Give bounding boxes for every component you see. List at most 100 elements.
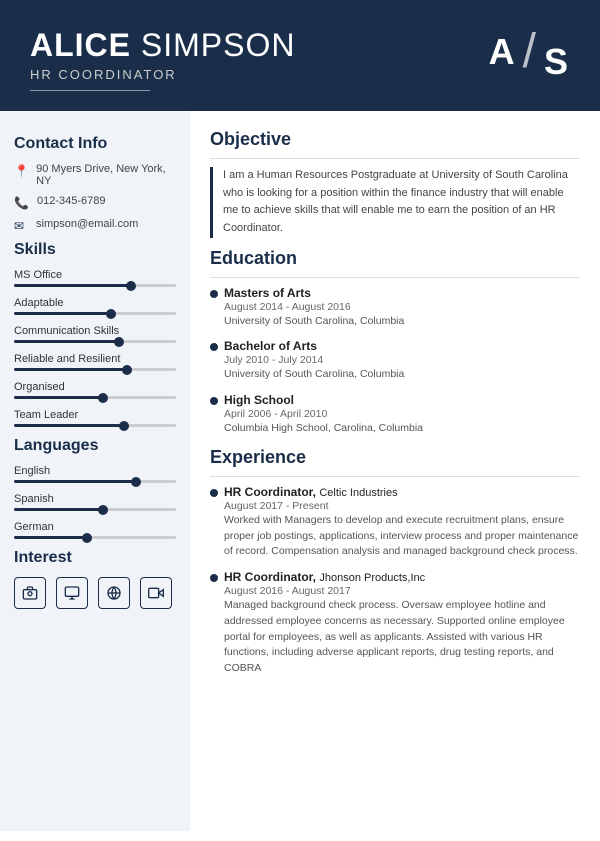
skill-dot: [119, 421, 129, 431]
edu-dates: April 2006 - April 2010: [224, 408, 580, 420]
header: ALICE SIMPSON HR COORDINATOR A / S: [0, 0, 600, 111]
language-name: German: [14, 521, 176, 533]
skill-dot: [126, 281, 136, 291]
objective-divider: [210, 158, 580, 159]
camera-icon: [14, 577, 46, 609]
skill-name: Adaptable: [14, 297, 176, 309]
edu-degree: Bachelor of Arts: [224, 339, 580, 353]
skill-bar: [14, 424, 176, 427]
language-name: English: [14, 465, 176, 477]
skill-bar: [14, 396, 176, 399]
language-item: German: [14, 521, 176, 539]
header-name: ALICE SIMPSON: [30, 28, 295, 63]
skill-bar: [14, 284, 176, 287]
skill-item: Organised: [14, 381, 176, 399]
skill-fill: [14, 312, 111, 315]
left-column: Contact Info 📍 90 Myers Drive, New York,…: [0, 111, 190, 831]
experience-title: Experience: [210, 447, 580, 468]
edu-degree: Masters of Arts: [224, 286, 580, 300]
skill-name: Reliable and Resilient: [14, 353, 176, 365]
skill-dot: [98, 393, 108, 403]
skill-name: MS Office: [14, 269, 176, 281]
language-name: Spanish: [14, 493, 176, 505]
phone-text: 012-345-6789: [37, 195, 106, 207]
skill-name: Communication Skills: [14, 325, 176, 337]
edu-dates: July 2010 - July 2014: [224, 354, 580, 366]
language-dot: [82, 533, 92, 543]
objective-title: Objective: [210, 129, 580, 150]
exp-dates: August 2017 - Present: [224, 500, 580, 512]
first-name: ALICE: [30, 27, 131, 63]
edu-school: University of South Carolina, Columbia: [224, 314, 580, 330]
language-fill: [14, 480, 136, 483]
edu-degree: High School: [224, 393, 580, 407]
experience-item: HR Coordinator, Celtic Industries August…: [210, 485, 580, 560]
edu-dates: August 2014 - August 2016: [224, 301, 580, 313]
skill-bar: [14, 368, 176, 371]
education-item: Masters of Arts August 2014 - August 201…: [210, 286, 580, 330]
skill-item: MS Office: [14, 269, 176, 287]
contact-title: Contact Info: [14, 135, 176, 153]
monogram-s: S: [544, 44, 570, 80]
skills-title: Skills: [14, 241, 176, 259]
edu-school: Columbia High School, Carolina, Columbia: [224, 421, 580, 437]
languages-list: English Spanish German: [14, 465, 176, 539]
exp-company: Jhonson Products,Inc: [319, 572, 425, 584]
experience-divider: [210, 476, 580, 477]
skills-list: MS Office Adaptable Communication Skills…: [14, 269, 176, 427]
address-text: 90 Myers Drive, New York, NY: [36, 163, 176, 187]
skill-fill: [14, 284, 131, 287]
skill-fill: [14, 340, 119, 343]
monogram-a: A: [489, 34, 517, 70]
email-text: simpson@email.com: [36, 218, 138, 230]
right-column: Objective I am a Human Resources Postgra…: [190, 111, 600, 831]
language-bar: [14, 508, 176, 511]
exp-desc: Managed background check process. Oversa…: [224, 598, 580, 677]
skill-bar: [14, 340, 176, 343]
skill-fill: [14, 368, 127, 371]
body: Contact Info 📍 90 Myers Drive, New York,…: [0, 111, 600, 831]
experience-item: HR Coordinator, Jhonson Products,Inc Aug…: [210, 570, 580, 677]
contact-phone: 📞 012-345-6789: [14, 195, 176, 210]
language-fill: [14, 508, 103, 511]
education-list: Masters of Arts August 2014 - August 201…: [210, 286, 580, 437]
language-bar: [14, 536, 176, 539]
video-icon: [140, 577, 172, 609]
language-dot: [98, 505, 108, 515]
objective-text: I am a Human Resources Postgraduate at U…: [210, 167, 580, 237]
skill-item: Communication Skills: [14, 325, 176, 343]
skill-fill: [14, 424, 124, 427]
skill-item: Team Leader: [14, 409, 176, 427]
exp-desc: Worked with Managers to develop and exec…: [224, 513, 580, 560]
education-divider: [210, 277, 580, 278]
skill-name: Team Leader: [14, 409, 176, 421]
last-name: SIMPSON: [141, 27, 296, 63]
skill-name: Organised: [14, 381, 176, 393]
edu-school: University of South Carolina, Columbia: [224, 367, 580, 383]
skill-dot: [114, 337, 124, 347]
exp-title: HR Coordinator, Jhonson Products,Inc: [224, 570, 580, 584]
language-fill: [14, 536, 87, 539]
skill-dot: [122, 365, 132, 375]
contact-address: 📍 90 Myers Drive, New York, NY: [14, 163, 176, 187]
exp-company: Celtic Industries: [319, 487, 397, 499]
education-item: Bachelor of Arts July 2010 - July 2014 U…: [210, 339, 580, 383]
header-divider: [30, 90, 150, 91]
interest-title: Interest: [14, 549, 176, 567]
exp-dates: August 2016 - August 2017: [224, 585, 580, 597]
language-item: English: [14, 465, 176, 483]
header-left: ALICE SIMPSON HR COORDINATOR: [30, 28, 295, 91]
language-item: Spanish: [14, 493, 176, 511]
skill-item: Adaptable: [14, 297, 176, 315]
contact-email: ✉ simpson@email.com: [14, 218, 176, 233]
header-monogram: A / S: [489, 28, 570, 76]
monogram-slash: /: [523, 28, 538, 76]
skill-item: Reliable and Resilient: [14, 353, 176, 371]
experience-list: HR Coordinator, Celtic Industries August…: [210, 485, 580, 677]
skill-fill: [14, 396, 103, 399]
language-dot: [131, 477, 141, 487]
phone-icon: 📞: [14, 196, 29, 210]
skill-dot: [106, 309, 116, 319]
location-icon: 📍: [14, 164, 28, 178]
language-bar: [14, 480, 176, 483]
